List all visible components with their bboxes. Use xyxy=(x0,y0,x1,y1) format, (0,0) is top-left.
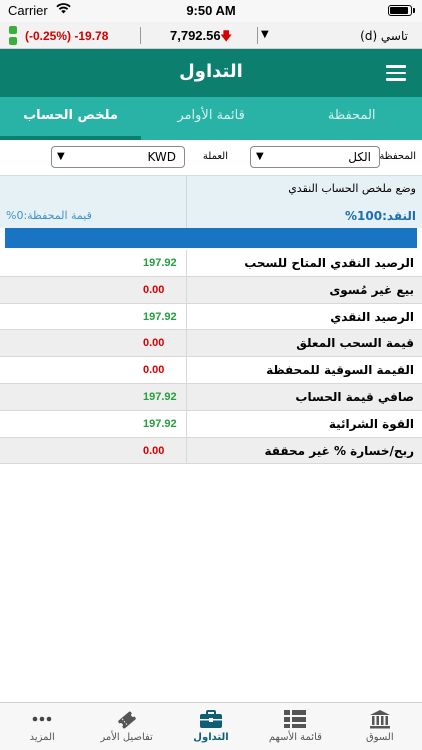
currency-select[interactable]: ▼ KWD xyxy=(51,146,185,168)
hamburger-menu-icon[interactable] xyxy=(386,65,406,81)
ticker-divider xyxy=(140,27,141,44)
column-divider xyxy=(186,201,187,228)
tabbar-stock-list[interactable]: قائمة الأسهم xyxy=(253,703,337,750)
row-value: 197.92 xyxy=(143,390,177,403)
page-title: التداول xyxy=(179,61,243,82)
row-value: 197.92 xyxy=(143,310,177,323)
chevron-down-icon: ▼ xyxy=(256,151,264,162)
row-value: 0.00 xyxy=(143,283,165,296)
portfolio-select[interactable]: ▼ الكل xyxy=(250,146,380,168)
row-value: 0.00 xyxy=(143,337,165,350)
row-value: 0.00 xyxy=(143,444,165,457)
column-divider xyxy=(186,383,187,410)
row-label: صافي قيمة الحساب xyxy=(295,389,414,404)
cash-allocation-fill xyxy=(5,228,417,248)
summary-table: الرصيد النقدي المتاح للسحب 197.92 بيع غير … xyxy=(0,250,422,465)
tab-label: قائمة الأوامر xyxy=(177,108,245,123)
row-label: القيمة السوقية للمحفظة xyxy=(266,363,414,378)
tabbar-order-details[interactable]: تفاصيل الأمر xyxy=(84,703,168,750)
tab-order-list[interactable]: قائمة الأوامر xyxy=(141,97,282,140)
down-arrow-icon: 🡇 xyxy=(220,29,233,43)
table-row: قيمة السحب المعلق 0.00 xyxy=(0,330,422,358)
row-value: 197.92 xyxy=(143,417,177,430)
column-divider xyxy=(186,250,187,276)
tabbar-label: التداول xyxy=(193,732,229,743)
row-label: قيمة السحب المعلق xyxy=(296,336,414,351)
battery-fill xyxy=(390,7,409,14)
ticket-icon xyxy=(84,709,168,729)
table-row: الرصيد النقدي المتاح للسحب 197.92 xyxy=(0,250,422,277)
index-value: 7,792.56 xyxy=(170,28,221,43)
portfolio-percent: قيمة المحفظة:0% xyxy=(6,209,92,222)
row-label: القوة الشرائية xyxy=(328,416,414,431)
tab-account-summary[interactable]: ملخص الحساب xyxy=(0,97,141,140)
bank-icon xyxy=(338,709,422,729)
summary-section-header: وضع ملخص الحساب النقدي xyxy=(0,175,422,201)
table-row: ربح/خسارة % غير محققة 0.00 xyxy=(0,437,422,465)
currency-select-value: KWD xyxy=(147,150,176,164)
tabbar-market[interactable]: السوق xyxy=(338,703,422,750)
tabbar-label: قائمة الأسهم xyxy=(268,732,322,743)
column-divider xyxy=(186,437,187,464)
status-bar: Carrier 9:50 AM xyxy=(0,0,422,22)
row-label: الرصيد النقدي المتاح للسحب xyxy=(244,256,414,270)
section-title-cell: وضع ملخص الحساب النقدي xyxy=(186,176,422,201)
index-change: (-0.25%) -19.78 xyxy=(25,29,109,43)
tabbar-label: المزيد xyxy=(29,732,55,743)
tab-portfolio[interactable]: المحفظة xyxy=(281,97,422,140)
tab-label: المحفظة xyxy=(327,108,376,123)
tabbar-label: السوق xyxy=(365,732,394,743)
ticker-divider xyxy=(257,27,258,44)
row-label: الرصيد النقدي xyxy=(330,309,414,324)
table-row: الرصيد النقدي 197.92 xyxy=(0,303,422,331)
table-row: القوة الشرائية 197.92 xyxy=(0,410,422,438)
battery-icon xyxy=(388,5,415,16)
table-row: القيمة السوقية للمحفظة 0.00 xyxy=(0,357,422,384)
market-status-icon xyxy=(9,26,17,48)
filters-row: المحفظة ▼ الكل العملة ▼ KWD xyxy=(0,140,422,175)
tab-label: ملخص الحساب xyxy=(23,108,118,123)
list-icon xyxy=(253,709,337,729)
column-divider xyxy=(186,357,187,383)
allocation-bar xyxy=(5,228,417,248)
clock: 9:50 AM xyxy=(186,3,236,18)
row-label: بيع غير مُسوى xyxy=(329,282,414,297)
briefcase-icon xyxy=(169,709,253,729)
currency-filter-label: العملة xyxy=(202,151,228,162)
portfolio-filter-label: المحفظة xyxy=(379,151,416,162)
row-value: 197.92 xyxy=(143,257,177,269)
portfolio-select-value: الكل xyxy=(348,150,371,164)
row-label: ربح/خسارة % غير محققة xyxy=(264,443,414,458)
bottom-tab-bar: المزيد تفاصيل الأمر التداول قائمة الأسهم… xyxy=(0,702,422,750)
allocation-header: النقد:100% قيمة المحفظة:0% xyxy=(0,201,422,228)
market-dropdown-icon[interactable]: ▼ xyxy=(261,29,269,40)
column-divider xyxy=(186,303,187,330)
column-divider xyxy=(186,410,187,437)
market-name: تاسي (d) xyxy=(360,29,408,43)
tabbar-trading[interactable]: التداول xyxy=(169,703,253,750)
row-value: 0.00 xyxy=(143,364,165,377)
section-title: وضع ملخص الحساب النقدي xyxy=(288,182,416,195)
market-ticker[interactable]: (-0.25%) -19.78 7,792.56 🡇 ▼ تاسي (d) xyxy=(0,22,422,49)
app-header: التداول xyxy=(0,49,422,97)
tabbar-label: تفاصيل الأمر xyxy=(100,732,153,743)
table-row: صافي قيمة الحساب 197.92 xyxy=(0,383,422,411)
table-row: بيع غير مُسوى 0.00 xyxy=(0,276,422,304)
column-divider xyxy=(186,276,187,303)
chevron-down-icon: ▼ xyxy=(57,151,65,162)
tab-bar: المحفظة قائمة الأوامر ملخص الحساب xyxy=(0,97,422,140)
cash-percent: النقد:100% xyxy=(345,209,416,223)
column-divider xyxy=(186,330,187,357)
more-dots-icon xyxy=(0,709,84,729)
tabbar-more[interactable]: المزيد xyxy=(0,703,84,750)
